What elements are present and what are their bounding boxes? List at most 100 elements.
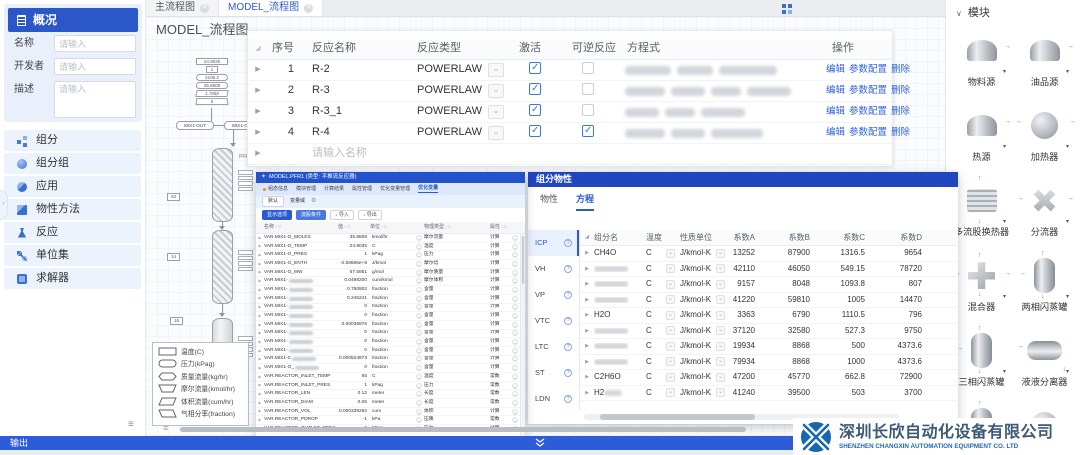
temperature-select[interactable]: C ⌄ <box>646 341 680 351</box>
chevron-down-icon[interactable]: ⌄ <box>512 391 518 398</box>
pfr-window[interactable]: ✦ MODEL.PFR1 (类型: 平推流反应器) 组态信息 模块管理 计算结果 属性… <box>256 172 525 436</box>
property-type-tab-icp[interactable]: ICP? <box>528 230 579 256</box>
reaction-new-row[interactable]: ▶ 请输入名称 <box>248 144 892 165</box>
reaction-type-select[interactable]: POWERLAW ⌄ <box>409 63 514 77</box>
sidebar-collapse-handle[interactable]: ‹ <box>0 190 8 220</box>
chevron-down-icon[interactable]: ⌄ <box>716 388 725 398</box>
row-expand-icon[interactable]: ▶ <box>256 236 264 240</box>
component-row[interactable]: ▶ CH4O C ⌄ J/kmol-K ⌄ 13252 87900 1316.5 9654 <box>580 246 958 262</box>
chevron-down-icon[interactable]: ⌄ <box>416 356 422 363</box>
variable-value[interactable]: 24.9035 <box>338 244 370 250</box>
variable-unit-select[interactable]: fraction ⌄ <box>370 339 424 346</box>
chevron-down-icon[interactable]: ⌄ <box>666 326 675 336</box>
row-expand-icon[interactable]: ▶ <box>256 357 264 361</box>
chevron-down-icon[interactable]: ⌄ <box>512 339 518 346</box>
edit-link[interactable]: 编辑 <box>826 85 845 97</box>
sort-icon[interactable]: ↕ <box>275 224 277 229</box>
variable-attribute-select[interactable]: 计算 ⌄ <box>490 356 520 363</box>
variable-row[interactable]: ▶ VAR.REACTOR_LEN 0.12 meter ⌄ 长度 常数 ⌄ <box>256 390 525 400</box>
temperature-select[interactable]: C ⌄ <box>646 326 680 336</box>
chevron-down-icon[interactable]: ⌄ <box>488 105 504 119</box>
row-expand-icon[interactable]: ▶ <box>248 150 268 159</box>
chevron-down-icon[interactable]: ⌄ <box>666 357 675 367</box>
row-expand-icon[interactable]: ▶ <box>256 409 264 413</box>
variable-attribute-select[interactable]: 计算 ⌄ <box>490 295 520 302</box>
module-item-exchanger[interactable]: ↑ ↓ ▾ 多流股换热器 <box>950 175 1013 250</box>
chevron-down-icon[interactable]: ⌄ <box>666 264 675 274</box>
unit-select[interactable]: J/kmol-K ⌄ <box>680 310 730 320</box>
variable-row[interactable]: ▶ VAR.REACTOR_VOL 0.000339292 cum ⌄ 体积 计算 ⌄ <box>256 408 525 417</box>
variable-attribute-select[interactable]: 计算 ⌄ <box>490 313 520 320</box>
variable-attribute-select[interactable]: 常数 ⌄ <box>490 391 520 398</box>
chevron-down-icon[interactable]: ⌄ <box>416 391 422 398</box>
stream-node-tag[interactable]: 16 <box>170 317 183 325</box>
caret-down-icon[interactable]: ▾ <box>1066 69 1069 77</box>
sidebar-item-unit-sets[interactable]: 单位集 <box>4 245 141 266</box>
delete-link[interactable]: 删除 <box>891 85 910 97</box>
coefficient-c[interactable]: 1316.5 <box>813 248 868 258</box>
chevron-down-icon[interactable]: ⌄ <box>716 279 725 289</box>
variable-row[interactable]: ▶ VAR.MIX1- 0 fraction ⌄ 含量 计算 ⌄ <box>256 330 525 339</box>
variable-attribute-select[interactable]: 计算 ⌄ <box>490 286 520 293</box>
temperature-select[interactable]: C ⌄ <box>646 310 680 320</box>
variable-value[interactable]: 0 <box>338 348 370 354</box>
property-type-tab-vtc[interactable]: VTC? <box>528 308 579 334</box>
coefficient-d[interactable]: 14470 <box>868 295 925 305</box>
chevron-down-icon[interactable]: ⌄ <box>488 126 504 140</box>
chevron-down-icon[interactable]: ⌄ <box>666 388 675 398</box>
unit-select[interactable]: J/kmol-K ⌄ <box>680 279 730 289</box>
variable-unit-select[interactable]: fraction ⌄ <box>370 304 424 311</box>
coefficient-b[interactable]: 46050 <box>758 264 813 274</box>
variable-row[interactable]: ▶ VAR.MIX1- 0.00036876 fraction ⌄ 含量 计算 ⌄ <box>256 321 525 330</box>
variable-row[interactable]: ▶ VAR.MIX1- 0.0498200 cum/kmol ⌄ 摩尔体积 计算 ⌄ <box>256 277 525 287</box>
edit-link[interactable]: 编辑 <box>826 64 845 76</box>
variable-value[interactable]: 0.000524873 <box>338 356 370 362</box>
row-expand-icon[interactable]: ▶ <box>580 343 594 349</box>
reaction-row[interactable]: ▶ 1 R-2 POWERLAW ⌄ 编辑参数配置删除 <box>248 60 910 81</box>
coefficient-b[interactable]: 8048 <box>758 279 813 289</box>
coefficient-d[interactable]: 9654 <box>868 248 925 258</box>
chevron-down-icon[interactable]: ⌄ <box>416 365 422 372</box>
select-all-corner-icon[interactable]: ◢ <box>248 45 268 54</box>
variable-attribute-select[interactable]: 计算 ⌄ <box>490 234 520 241</box>
tab-close-icon[interactable]: ✕ <box>304 3 314 13</box>
reaction-row[interactable]: ▶ 4 R-4 POWERLAW ⌄ 编辑参数配置删除 <box>248 123 910 144</box>
row-expand-icon[interactable]: ▶ <box>580 312 594 318</box>
coefficient-b[interactable]: 59810 <box>758 295 813 305</box>
coefficient-a[interactable]: 79934 <box>730 357 758 367</box>
chevron-down-icon[interactable]: ∨ <box>956 9 962 19</box>
variable-value[interactable]: 0.000339292 <box>338 409 370 415</box>
row-expand-icon[interactable]: ▶ <box>256 375 264 379</box>
unit-select[interactable]: J/kmol-K ⌄ <box>680 264 730 274</box>
delete-link[interactable]: 删除 <box>891 127 910 139</box>
sort-icon[interactable]: ↕ <box>381 224 383 229</box>
variable-row[interactable]: ▶ VAR.MIX1-O_PRES 1 kPag ⌄ 压力 计算 ⌄ <box>256 251 525 261</box>
chevron-down-icon[interactable]: ⌄ <box>416 252 422 259</box>
variable-attribute-select[interactable]: 常数 ⌄ <box>490 417 520 424</box>
chevron-down-icon[interactable]: ⌄ <box>512 382 518 389</box>
reaction-type-select[interactable]: POWERLAW ⌄ <box>409 84 514 98</box>
row-expand-icon[interactable]: ▶ <box>580 390 594 396</box>
component-row[interactable]: ▶ C ⌄ J/kmol-K ⌄ 9157 8048 1093.8 807 <box>580 277 958 293</box>
unit-select[interactable]: J/kmol-K ⌄ <box>680 326 730 336</box>
row-expand-icon[interactable]: ▶ <box>580 281 594 287</box>
chevron-down-icon[interactable]: ⌄ <box>512 373 518 380</box>
variable-unit-select[interactable]: kPag ⌄ <box>370 382 424 389</box>
filter-icon[interactable]: ▽ <box>504 224 507 229</box>
stream-node-tag[interactable]: 14 <box>167 253 180 261</box>
import-button[interactable]: ↓ 导入 <box>330 209 354 221</box>
property-type-tab-ldn[interactable]: LDN? <box>528 386 579 412</box>
reversible-checkbox[interactable] <box>582 124 594 137</box>
caret-down-icon[interactable]: ▾ <box>1066 369 1069 377</box>
coefficient-a[interactable]: 9157 <box>730 279 758 289</box>
chevron-down-icon[interactable]: ⌄ <box>716 326 725 336</box>
gear-icon[interactable]: ⚙ <box>311 198 316 206</box>
variable-unit-select[interactable]: g/mol ⌄ <box>370 269 424 276</box>
chevron-down-icon[interactable]: ⌄ <box>512 399 518 406</box>
coefficient-b[interactable]: 6790 <box>758 310 813 320</box>
default-button[interactable]: 默认 <box>262 196 285 207</box>
chevron-down-icon[interactable]: ⌄ <box>416 243 422 250</box>
variable-attribute-select[interactable]: 计算 ⌄ <box>490 408 520 415</box>
row-expand-icon[interactable]: ▶ <box>256 279 264 283</box>
coefficient-c[interactable]: 1093.8 <box>813 279 868 289</box>
